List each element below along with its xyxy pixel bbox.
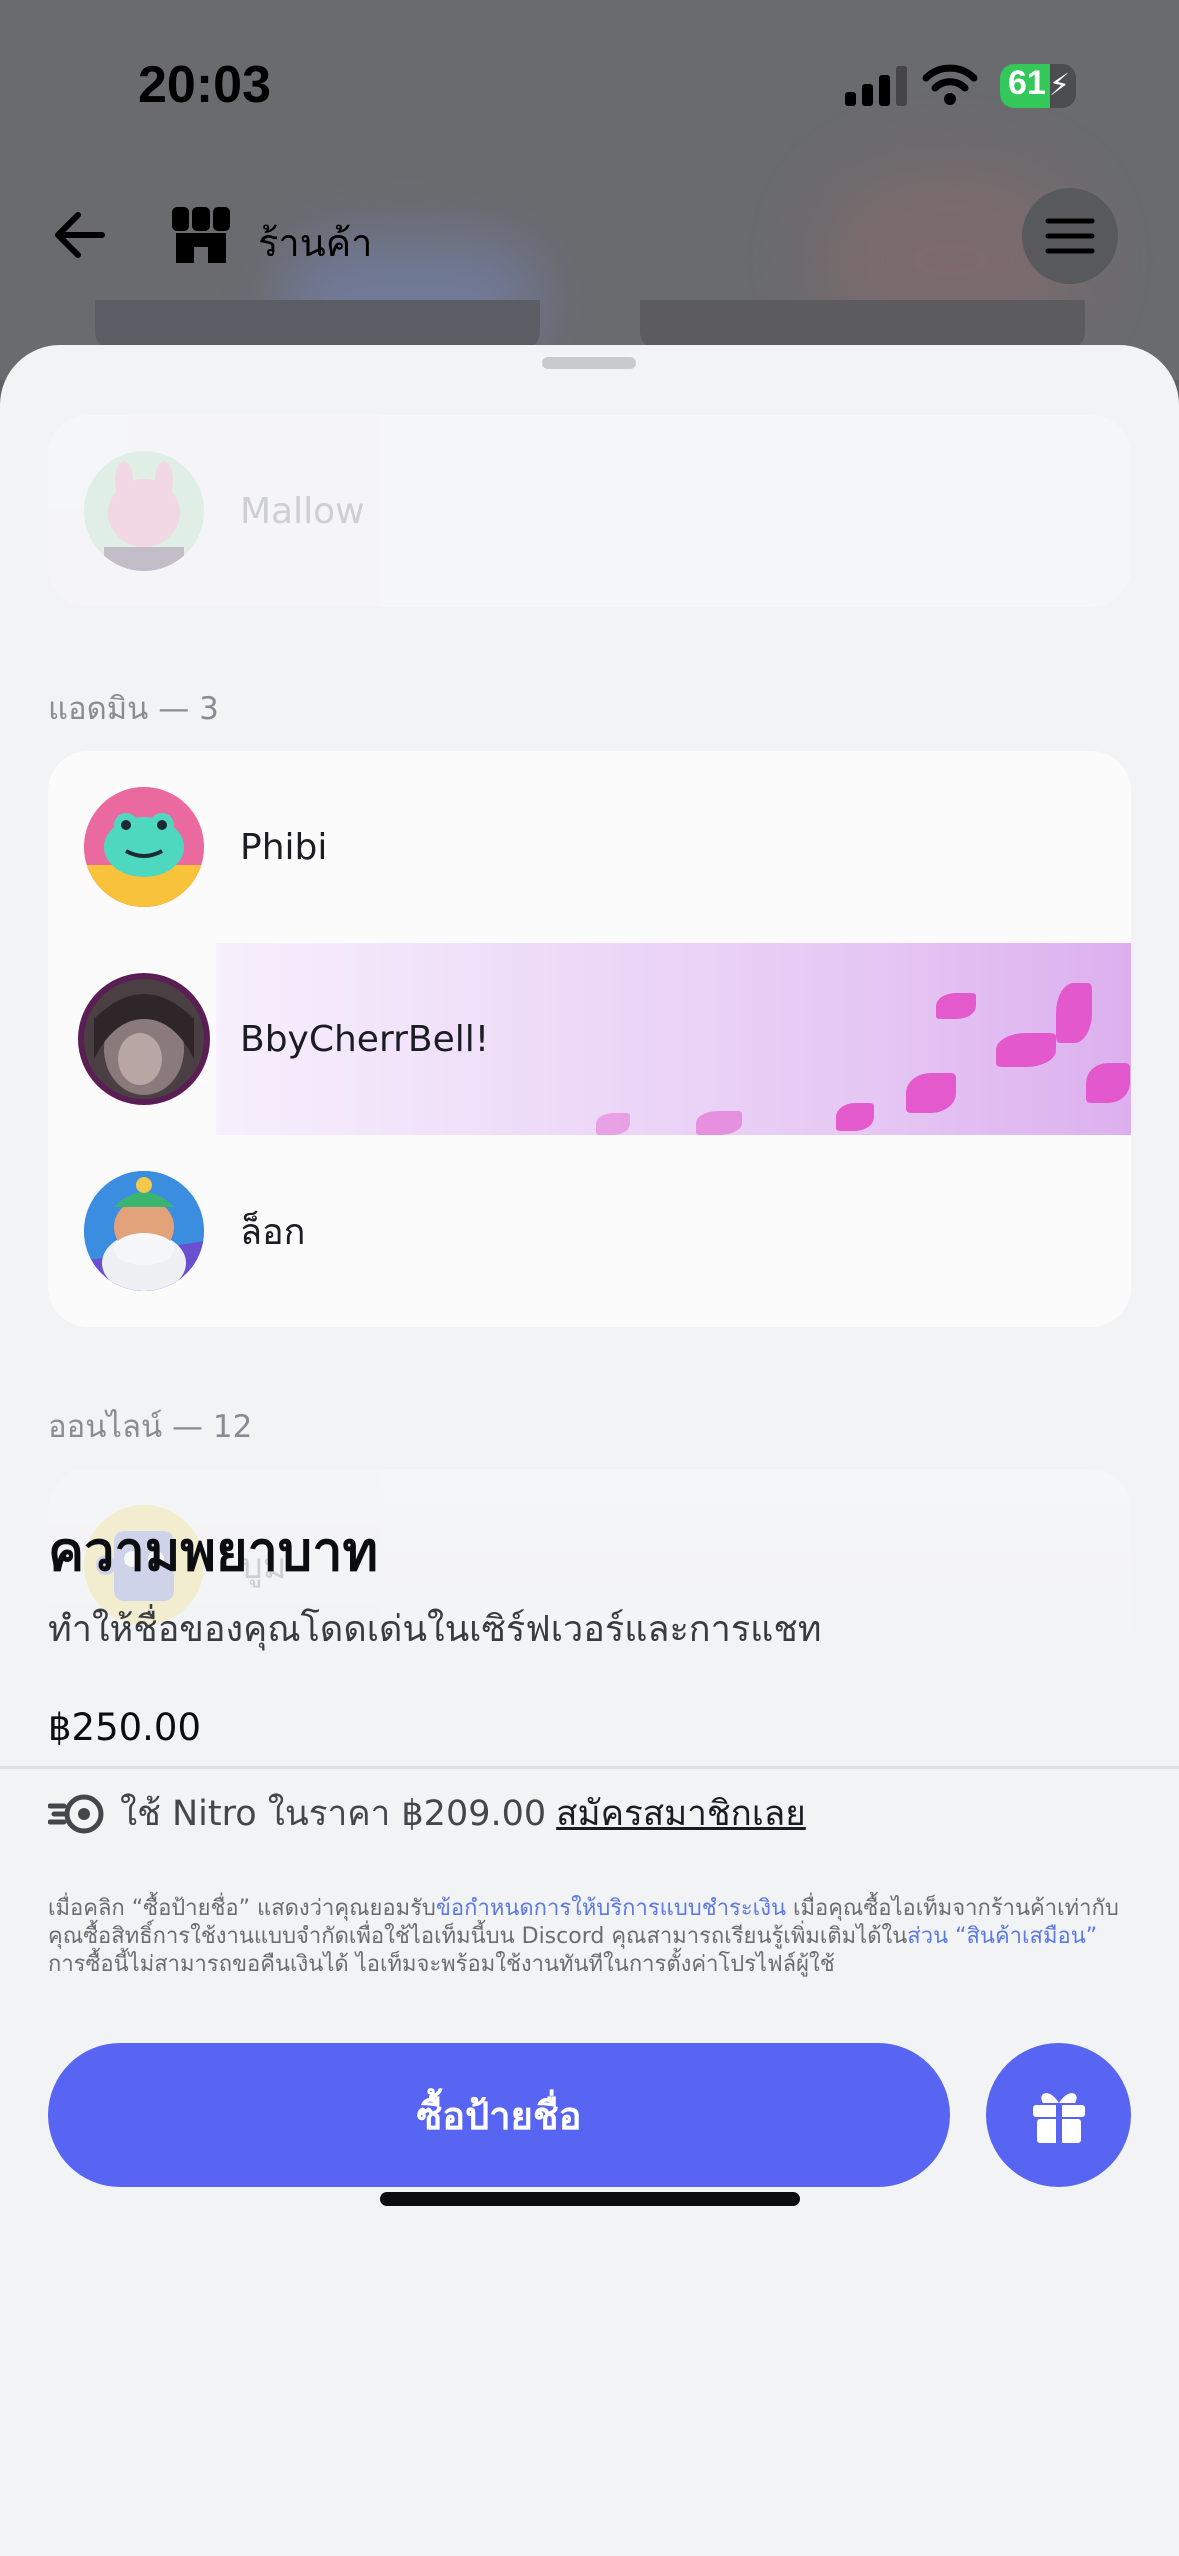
wifi-icon	[922, 64, 978, 105]
page-title: ร้านค้า	[258, 221, 373, 265]
product-title: ความพยาบาท	[48, 1520, 379, 1583]
avatar	[84, 1171, 204, 1291]
home-indicator	[380, 2192, 800, 2206]
member-card: Mallow	[48, 415, 1131, 607]
battery-icon: 61 ⚡	[1000, 64, 1076, 108]
section-header-online: ออนไลน์ — 12	[48, 1409, 253, 1445]
menu-icon	[1045, 218, 1095, 254]
product-price: ฿250.00	[48, 1706, 202, 1749]
avatar	[84, 451, 204, 571]
nameplate-preview-sheet: Mallow แอดมิน — 3 Phibi BbyCherrBell! ล็…	[0, 345, 1179, 2556]
virtual-goods-link[interactable]: ส่วน “สินค้าเสมือน”	[907, 1924, 1097, 1949]
background-shop-page: 20:03 61 ⚡ ร้านค้า	[0, 0, 1179, 380]
divider	[0, 1766, 1179, 1769]
member-row[interactable]: Phibi	[48, 751, 1131, 943]
shop-item-thumbnail	[95, 300, 540, 350]
member-name: ล็อก	[240, 1211, 306, 1253]
gift-icon	[1032, 2093, 1085, 2143]
menu-button[interactable]	[1022, 188, 1118, 284]
buy-button-label: ซื้อป้ายชื่อ	[416, 2093, 582, 2138]
gift-button[interactable]	[986, 2043, 1131, 2187]
member-row-with-nameplate[interactable]: BbyCherrBell!	[48, 943, 1131, 1135]
avatar	[84, 979, 204, 1099]
legal-text: เมื่อคลิก “ซื้อป้ายชื่อ” แสดงว่าคุณยอมรั…	[48, 1896, 1119, 1977]
status-time: 20:03	[138, 56, 271, 114]
admin-list: Phibi BbyCherrBell! ล็อก	[48, 751, 1131, 1327]
member-name: BbyCherrBell!	[240, 1018, 490, 1060]
back-arrow-icon[interactable]	[50, 205, 110, 265]
section-header-admins: แอดมิน — 3	[48, 691, 219, 727]
subscribe-link[interactable]: สมัครสมาชิกเลย	[556, 1786, 806, 1841]
sheet-drag-handle[interactable]	[542, 357, 636, 369]
shop-screen: 20:03 61 ⚡ ร้านค้า Mallow แอดมิน — 3 Phi…	[0, 0, 1179, 2556]
nitro-offer: ใช้ Nitro ในราคา ฿209.00 สมัครสมาชิกเลย	[48, 1786, 806, 1841]
avatar	[84, 787, 204, 907]
paid-terms-link[interactable]: ข้อกำหนดการให้บริการแบบชำระเงิน	[436, 1896, 786, 1921]
member-name: Mallow	[240, 490, 365, 532]
product-subtitle: ทำให้ชื่อของคุณโดดเด่นในเซิร์ฟเวอร์และกา…	[48, 1609, 822, 1650]
shop-item-thumbnail	[640, 300, 1085, 350]
member-row: Mallow	[48, 415, 1131, 607]
member-row[interactable]: ล็อก	[48, 1135, 1131, 1327]
shop-icon	[172, 207, 230, 263]
nitro-icon	[48, 1794, 104, 1833]
member-name: Phibi	[240, 826, 328, 868]
buy-nameplate-button[interactable]: ซื้อป้ายชื่อ	[48, 2043, 950, 2187]
nitro-price-text: ใช้ Nitro ในราคา ฿209.00	[120, 1794, 547, 1834]
signal-icon	[845, 62, 907, 106]
